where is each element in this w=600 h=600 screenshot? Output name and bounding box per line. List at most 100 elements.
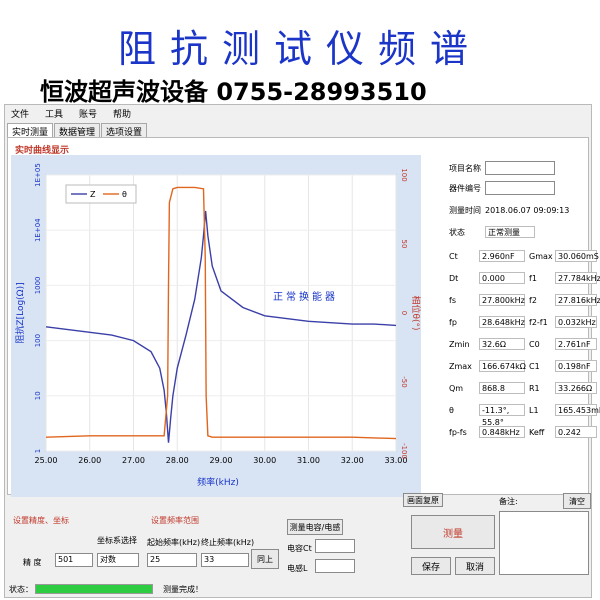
measure-time-label: 测量时间 [449, 205, 481, 215]
freq-range-group-title: 设置频率范围 [151, 516, 199, 525]
y-left-tick-label: 10 [34, 391, 42, 400]
y-right-tick-label: 100 [400, 168, 408, 181]
menu-file[interactable]: 文件 [11, 107, 29, 120]
x-tick-labels: 25.00 26.00 27.00 28.00 29.00 30.00 31.00 32.00… [35, 456, 408, 465]
progress-fill [36, 585, 152, 593]
coord-label: 坐标系选择 [97, 536, 137, 545]
app-window: 文件 工具 账号 帮助 实时测量 数据管理 选项设置 实时曲线显示 25.00 2… [4, 104, 600, 598]
y-left-tick-label: 1E+04 [34, 218, 42, 242]
start-freq-input[interactable]: 25 [147, 553, 197, 567]
param-value: 32.6Ω [479, 338, 525, 350]
banner-subtitle: 恒波超声波设备 0755-28993510 [40, 78, 427, 106]
progress-bar [35, 584, 153, 594]
device-no-input[interactable] [485, 181, 555, 195]
measure-time-value: 2018.06.07 09:09:13 [485, 205, 570, 215]
param-label: Zmin [449, 339, 470, 349]
note-textarea[interactable] [499, 511, 589, 575]
param-label: Gmax [529, 251, 553, 261]
x-tick-label: 25.00 [35, 456, 58, 465]
param-row: fp-fs 0.848kHz Keff 0.242 [449, 425, 597, 439]
precision-label: 精 度 [23, 558, 42, 567]
y-left-tick-label: 100 [34, 334, 42, 347]
y-right-tick-label: 0 [400, 311, 408, 315]
ind-value [315, 559, 355, 573]
param-value: 27.816kHz [555, 294, 600, 306]
status-bar: 状态： 测量完成！ [5, 581, 591, 597]
y-right-tick-label: -100 [400, 443, 408, 459]
legend-theta-label: θ [122, 190, 127, 199]
param-label: Dt [449, 273, 459, 283]
param-value: 2.761nF [555, 338, 597, 350]
note-label: 备注: [499, 497, 518, 506]
cap-label: 电容Ct [287, 544, 312, 553]
param-value: -11.3°, 55.8° [479, 404, 525, 427]
x-tick-label: 27.00 [122, 456, 145, 465]
y-right-tick-label: -50 [400, 376, 408, 387]
cap-value [315, 539, 355, 553]
menu-tools[interactable]: 工具 [45, 107, 63, 120]
param-label: Qm [449, 383, 464, 393]
param-value: 0.000 [479, 272, 525, 284]
menu-help[interactable]: 帮助 [113, 107, 131, 120]
x-tick-label: 29.00 [210, 456, 233, 465]
param-label: L1 [529, 405, 539, 415]
y-left-tick-label: 1E+05 [34, 163, 42, 187]
cancel-button[interactable]: 取消 [455, 557, 495, 575]
param-row: Dt 0.000 f1 27.784kHz [449, 271, 600, 285]
param-value: 0.242 [555, 426, 597, 438]
param-label: f2-f1 [529, 317, 548, 327]
x-axis-label: 频率(kHz) [197, 476, 239, 488]
same-as-above-button[interactable]: 同上 [251, 549, 279, 569]
clear-button[interactable]: 清空 [563, 493, 591, 509]
chart-annotation: 正常换能器 [273, 290, 338, 303]
param-label: f2 [529, 295, 537, 305]
param-value: 2.960nF [479, 250, 525, 262]
param-value: 0.032kHz [555, 316, 597, 328]
project-name-input[interactable] [485, 161, 555, 175]
y-right-axis-label: 相位θ(°) [410, 295, 421, 330]
y-right-tick-label: 50 [400, 240, 408, 249]
param-label: fp-fs [449, 427, 467, 437]
param-row: fp 28.648kHz f2-f1 0.032kHz [449, 315, 597, 329]
param-label: θ [449, 405, 454, 415]
param-value: 166.674kΩ [479, 360, 526, 372]
start-freq-label: 起始频率(kHz) [147, 538, 201, 547]
measure-cap-button[interactable]: 测量电容/电感 [287, 519, 343, 535]
precision-select[interactable]: 501 [55, 553, 93, 567]
menu-bar: 文件 工具 账号 帮助 [5, 105, 591, 121]
param-value: 868.8 [479, 382, 525, 394]
save-button[interactable]: 保存 [411, 557, 451, 575]
param-row: fs 27.800kHz f2 27.816kHz [449, 293, 600, 307]
ind-label: 电感L [287, 564, 308, 573]
param-label: Ct [449, 251, 458, 261]
param-label: C0 [529, 339, 540, 349]
param-value: 0.848kHz [479, 426, 525, 438]
menu-account[interactable]: 账号 [79, 107, 97, 120]
param-label: Zmax [449, 361, 472, 371]
x-tick-label: 28.00 [166, 456, 189, 465]
impedance-chart: 25.00 26.00 27.00 28.00 29.00 30.00 31.00 32.00… [11, 155, 421, 497]
measure-button[interactable]: 测量 [411, 515, 495, 549]
redraw-button[interactable]: 画面复原 [403, 493, 443, 507]
state-label: 状态 [449, 227, 465, 237]
x-tick-label: 26.00 [78, 456, 101, 465]
param-value: 33.266Ω [555, 382, 597, 394]
param-row: Ct 2.960nF Gmax 30.060mS [449, 249, 599, 263]
end-freq-input[interactable]: 33 [201, 553, 249, 567]
y-left-tick-label: 1000 [34, 276, 42, 294]
y-left-tick-label: 1 [34, 449, 42, 453]
param-label: f1 [529, 273, 537, 283]
param-value: 27.800kHz [479, 294, 525, 306]
param-label: fs [449, 295, 456, 305]
param-value: 30.060mS [555, 250, 599, 262]
status-label: 状态： [9, 585, 33, 594]
param-row: Zmin 32.6Ω C0 2.761nF [449, 337, 597, 351]
param-value: 27.784kHz [555, 272, 600, 284]
end-freq-label: 终止频率(kHz) [201, 538, 255, 547]
coord-select[interactable]: 对数 [97, 553, 139, 567]
param-row: Zmax 166.674kΩ C1 0.198nF [449, 359, 597, 373]
x-tick-label: 30.00 [253, 456, 276, 465]
y-left-axis-label: 阻抗Z[Log(Ω)] [14, 282, 26, 343]
param-value: 28.648kHz [479, 316, 525, 328]
legend: Z θ [65, 184, 137, 204]
